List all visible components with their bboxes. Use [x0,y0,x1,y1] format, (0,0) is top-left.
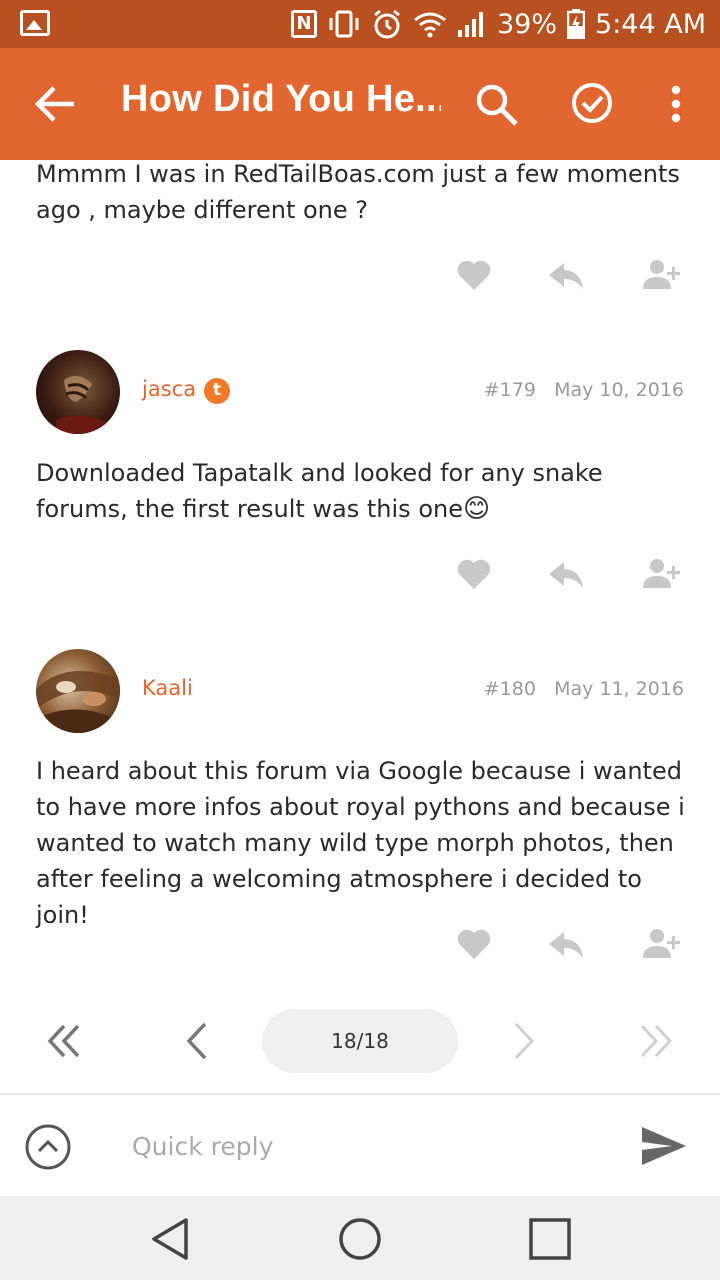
last-page-icon[interactable] [632,1018,678,1064]
tapatalk-badge-icon: t [204,378,230,404]
nav-recents-icon[interactable] [527,1216,573,1262]
post-meta: #179 May 10, 2016 [484,379,684,401]
search-icon[interactable] [474,82,520,128]
thread-title: How Did You He... [121,78,441,120]
post-actions [450,924,700,964]
like-heart-icon[interactable] [454,924,494,964]
pagination: 18/18 [0,1008,720,1074]
post-text: Downloaded Tapatalk and looked for any s… [36,459,603,523]
status-bar: N 39% 5:44 AM [0,0,720,48]
like-heart-icon[interactable] [454,255,494,295]
status-icons: N 39% 5:44 AM [291,0,706,48]
expand-up-icon[interactable] [24,1123,72,1171]
back-arrow-icon[interactable] [34,84,78,124]
next-page-icon[interactable] [500,1018,546,1064]
battery-charging-icon [567,9,586,39]
more-vert-icon[interactable] [666,84,686,124]
follow-user-icon[interactable] [642,554,682,594]
username[interactable]: Kaali [142,676,193,700]
wifi-icon [414,12,446,38]
page-indicator[interactable]: 18/18 [262,1009,458,1073]
nav-home-icon[interactable] [337,1216,383,1262]
battery-percent: 39% [497,8,558,40]
post-number: #180 [483,678,536,700]
signal-icon [458,12,483,37]
post-body: I heard about this forum via Google beca… [36,757,685,929]
username[interactable]: jasca [142,377,196,401]
quick-reply-input[interactable]: Quick reply [132,1125,592,1169]
reply-icon[interactable] [546,924,586,964]
previous-page-icon[interactable] [175,1018,221,1064]
post-actions [450,255,700,295]
clock: 5:44 AM [595,8,706,40]
nav-back-icon[interactable] [148,1216,194,1262]
post-date: May 10, 2016 [554,379,684,401]
vibrate-icon [329,10,359,38]
nfc-icon: N [291,10,317,38]
alarm-icon [374,9,400,39]
avatar[interactable] [36,350,120,434]
app-bar: How Did You He... [0,48,720,160]
quick-reply-bar: Quick reply [0,1095,720,1196]
check-circle-icon[interactable] [570,81,614,125]
post-meta: #180 May 11, 2016 [484,678,684,700]
send-icon[interactable] [640,1125,688,1167]
system-nav-bar [0,1196,720,1280]
follow-user-icon[interactable] [642,255,682,295]
post-body: Mmmm I was in RedTailBoas.com just a few… [36,160,680,224]
follow-user-icon[interactable] [642,924,682,964]
post-date: May 11, 2016 [554,678,684,700]
smiley-emoji: 😊 [462,494,491,524]
reply-icon[interactable] [546,554,586,594]
post-number: #179 [483,379,536,401]
post-actions [450,554,700,594]
gallery-icon [20,10,50,36]
avatar[interactable] [36,649,120,733]
reply-icon[interactable] [546,255,586,295]
post-body: Downloaded Tapatalk and looked for any s… [36,455,696,527]
like-heart-icon[interactable] [454,554,494,594]
first-page-icon[interactable] [42,1018,88,1064]
